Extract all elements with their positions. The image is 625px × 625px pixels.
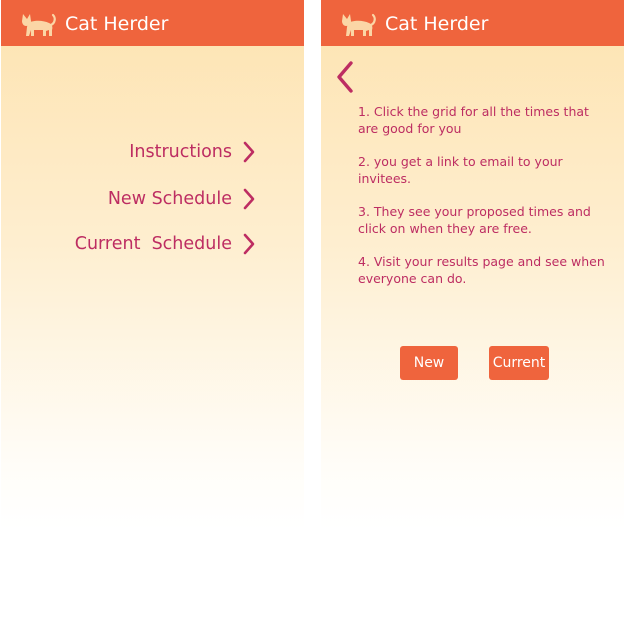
chevron-left-icon[interactable] [334, 60, 356, 94]
cat-icon [342, 13, 376, 36]
app-header: Cat Herder [1, 0, 304, 46]
menu-item-label: Current Schedule [74, 234, 232, 254]
instructions-list: 1. Click the grid for all the times that… [358, 104, 608, 304]
current-button[interactable]: Current [489, 346, 549, 380]
chevron-right-icon [243, 188, 255, 210]
new-button[interactable]: New [400, 346, 458, 380]
instructions-screen: Cat Herder 1. Click the grid for all the… [321, 0, 624, 530]
instruction-step: 4. Visit your results page and see when … [358, 254, 605, 286]
menu-screen: Cat Herder Instructions New Schedule Cur… [1, 0, 304, 530]
instruction-step: 3. They see your proposed times and clic… [358, 204, 591, 236]
menu-item-instructions[interactable]: Instructions [129, 141, 255, 163]
menu-item-new-schedule[interactable]: New Schedule [107, 188, 255, 210]
instruction-step: 2. you get a link to email to your invit… [358, 154, 563, 186]
app-title: Cat Herder [385, 13, 489, 35]
cat-icon [22, 13, 56, 36]
chevron-right-icon [243, 141, 255, 163]
menu-item-label: Instructions [129, 142, 232, 162]
menu-item-current-schedule[interactable]: Current Schedule [74, 233, 255, 255]
chevron-right-icon [243, 233, 255, 255]
menu-item-label: New Schedule [107, 189, 232, 209]
app-title: Cat Herder [65, 13, 169, 35]
app-header: Cat Herder [321, 0, 624, 46]
instruction-step: 1. Click the grid for all the times that… [358, 104, 589, 136]
